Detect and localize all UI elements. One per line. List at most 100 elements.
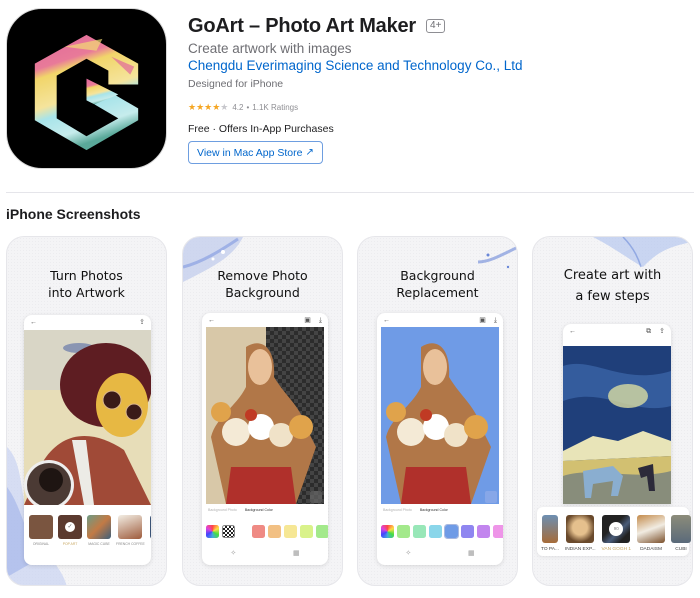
screenshot-card-2[interactable]: Remove Photo Background ← ▣ ⤓ Background… <box>182 236 343 586</box>
phone-footer: ✧ ▦ <box>202 549 328 557</box>
phone-footer: ✧ ▦ <box>377 549 503 557</box>
style-thumbnail <box>637 515 666 543</box>
filter-magic-cube[interactable]: MAGIC CUBE <box>87 515 111 546</box>
style-thumbnail <box>566 515 595 543</box>
rating-value: 4.2 <box>232 102 244 112</box>
share-icon[interactable]: ⇪ <box>139 319 145 326</box>
checkmark-icon: ✓ <box>65 522 75 532</box>
style-label: VAN GOGH 1 <box>601 547 632 552</box>
screenshots-section-title: iPhone Screenshots <box>6 206 141 222</box>
style-cubi[interactable]: CUBI <box>671 515 692 552</box>
caption-line-2: into Artwork <box>48 285 125 300</box>
color-swatch[interactable] <box>268 525 281 538</box>
color-swatch[interactable] <box>252 525 265 538</box>
screenshot-card-4[interactable]: Create art with a few steps ← ⧉ ⇪ TO PA.… <box>532 236 693 586</box>
color-wheel-swatch[interactable] <box>381 525 394 538</box>
artwork-photo <box>24 330 151 505</box>
image-icon[interactable]: ▣ <box>304 317 311 324</box>
color-swatch[interactable] <box>429 525 442 538</box>
back-arrow-icon[interactable]: ← <box>208 317 215 324</box>
store-button-label: View in Mac App Store <box>197 146 303 159</box>
color-swatch[interactable] <box>493 525 503 538</box>
color-swatch-selected[interactable] <box>444 524 459 539</box>
share-icon[interactable]: ⇪ <box>659 328 665 335</box>
color-swatches <box>206 525 328 538</box>
color-swatch[interactable] <box>397 525 410 538</box>
screenshots-gallery: Turn Photos into Artwork ← ⇪ ORIGINAL ✓ … <box>6 236 700 588</box>
rating-row: ★★★★★ 4.2 • 1.1K Ratings <box>188 101 688 113</box>
pop-art-portrait-image <box>24 330 151 505</box>
phone-toolbar: ← ⧉ ⇪ <box>563 324 671 338</box>
filter-thumbnail <box>87 515 111 539</box>
style-thumbnail <box>671 515 692 543</box>
save-icon[interactable]: ⤓ <box>319 317 322 324</box>
price-label: Free · Offers In-App Purchases <box>188 123 334 135</box>
tab-background-color[interactable]: Background Color <box>420 508 448 512</box>
compare-icon[interactable]: ⧉ <box>646 328 651 335</box>
filter-thumbnail <box>149 515 151 539</box>
pattern-icon[interactable]: ▦ <box>468 549 475 557</box>
phone-mockup: ← ▣ ⤓ Background Photo Background Color … <box>377 313 503 565</box>
tab-background-photo[interactable]: Background Photo <box>383 508 412 512</box>
back-arrow-icon[interactable]: ← <box>383 317 390 324</box>
app-icon <box>6 8 167 169</box>
section-divider <box>6 192 694 193</box>
style-indian-exp[interactable]: INDIAN EXP... <box>565 515 596 552</box>
style-dadaism[interactable]: DADAISM <box>637 515 666 552</box>
filter-partial[interactable]: W <box>149 515 151 546</box>
filter-thumbnail <box>118 515 143 539</box>
style-to-pa[interactable]: TO PA... <box>541 515 559 552</box>
color-swatch[interactable] <box>284 525 297 538</box>
style-label: TO PA... <box>541 547 559 552</box>
filter-label: POP ART <box>62 542 78 546</box>
color-swatch[interactable] <box>300 525 313 538</box>
caption-line-1: Remove Photo <box>217 268 308 283</box>
filter-original[interactable]: ORIGINAL <box>29 515 53 546</box>
color-wheel-swatch[interactable] <box>206 525 219 538</box>
tab-background-photo[interactable]: Background Photo <box>208 508 237 512</box>
filter-thumbnail <box>29 515 53 539</box>
phone-toolbar: ← ⇪ <box>24 315 151 329</box>
filter-pop-art[interactable]: ✓ POP ART <box>58 515 82 546</box>
phone-mockup: ← ⧉ ⇪ <box>563 324 671 504</box>
art-style-strip: TO PA... INDIAN EXP... 90 VAN GOGH 1 DAD… <box>537 507 692 556</box>
goart-logo-icon <box>34 34 139 151</box>
screenshot-card-1[interactable]: Turn Photos into Artwork ← ⇪ ORIGINAL ✓ … <box>6 236 167 586</box>
artwork-photo <box>381 327 499 504</box>
tab-background-color[interactable]: Background Color <box>245 508 273 512</box>
color-swatch[interactable] <box>461 525 474 538</box>
caption-line-2: a few steps <box>575 289 650 304</box>
back-arrow-icon[interactable]: ← <box>30 319 37 326</box>
phone-toolbar: ← ▣ ⤓ <box>202 313 328 327</box>
style-label: DADAISM <box>640 547 662 552</box>
caption-line-2: Replacement <box>396 285 479 300</box>
filter-french-coffee[interactable]: FRENCH COFFEE <box>116 515 145 546</box>
style-van-gogh-1[interactable]: 90 VAN GOGH 1 <box>601 515 632 552</box>
pattern-icon[interactable]: ▦ <box>293 549 300 557</box>
transparent-swatch[interactable] <box>222 525 235 538</box>
background-tabs: Background Photo Background Color <box>383 508 448 512</box>
color-swatch[interactable] <box>413 525 426 538</box>
style-label: INDIAN EXP... <box>564 547 596 552</box>
image-icon[interactable]: ▣ <box>479 317 486 324</box>
app-header: GoArt – Photo Art Maker 4+ Create artwor… <box>188 14 688 164</box>
rating-separator: • <box>246 102 250 112</box>
rating-count: 1.1K Ratings <box>252 102 299 112</box>
phone-mockup: ← ⇪ ORIGINAL ✓ POP ART MAGIC CUBE FRENCH… <box>24 315 151 565</box>
color-swatch[interactable] <box>477 525 490 538</box>
color-swatch[interactable] <box>316 525 328 538</box>
card-caption: Remove Photo Background <box>183 267 342 301</box>
screenshot-card-3[interactable]: Background Replacement ← ▣ ⤓ Background … <box>357 236 518 586</box>
caption-line-1: Background <box>400 268 475 283</box>
designed-for-label: Designed for iPhone <box>188 78 284 90</box>
view-in-mac-app-store-button[interactable]: View in Mac App Store ↗ <box>188 141 323 164</box>
back-arrow-icon[interactable]: ← <box>569 328 576 335</box>
magic-wand-icon[interactable]: ✧ <box>230 549 236 557</box>
developer-link[interactable]: Chengdu Everimaging Science and Technolo… <box>188 58 688 74</box>
magic-wand-icon[interactable]: ✧ <box>405 549 411 557</box>
star-rating-icon: ★★★★★ <box>188 101 229 112</box>
filter-label: FRENCH COFFEE <box>116 542 145 546</box>
save-icon[interactable]: ⤓ <box>494 317 497 324</box>
color-swatches <box>381 524 503 539</box>
app-subtitle: Create artwork with images <box>188 41 352 56</box>
